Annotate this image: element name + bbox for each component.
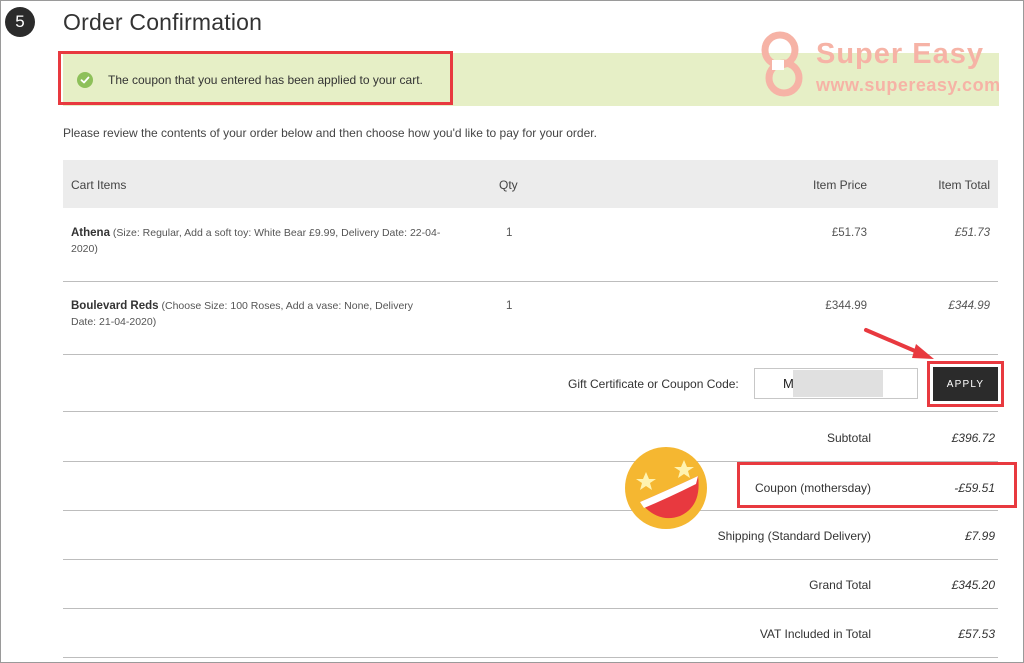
watermark-brand: Super Easy <box>816 38 984 70</box>
cart-item-price: £344.99 <box>825 300 867 312</box>
row-divider <box>63 281 998 282</box>
column-header-qty: Qty <box>499 178 518 192</box>
row-divider <box>63 608 998 609</box>
row-divider <box>63 510 998 511</box>
subtotal-value: £396.72 <box>951 431 995 445</box>
cart-item-description: Boulevard Reds (Choose Size: 100 Roses, … <box>71 298 441 330</box>
cart-item-total: £51.73 <box>954 227 990 239</box>
cart-item-total: £344.99 <box>948 300 990 312</box>
review-instructions: Please review the contents of your order… <box>63 126 597 140</box>
column-header-item-price: Item Price <box>812 178 867 192</box>
star-struck-emoji-icon <box>625 447 707 529</box>
coupon-discount-highlight-box <box>737 462 1017 508</box>
grand-total-value: £345.20 <box>951 578 995 592</box>
check-circle-icon <box>77 72 93 88</box>
step-number-badge: 5 <box>5 7 35 37</box>
page-title: Order Confirmation <box>63 9 263 35</box>
column-header-cart-items: Cart Items <box>71 178 127 192</box>
coupon-code-label: Gift Certificate or Coupon Code: <box>568 377 739 391</box>
apply-coupon-button[interactable]: APPLY <box>933 367 998 401</box>
cart-item-qty: 1 <box>506 300 513 312</box>
coupon-code-redaction <box>793 370 883 397</box>
cart-item-options: (Size: Regular, Add a soft toy: White Be… <box>71 227 441 255</box>
subtotal-label: Subtotal <box>826 431 871 445</box>
watermark-url: www.supereasy.com <box>816 75 1001 95</box>
cart-item-name[interactable]: Boulevard Reds <box>71 300 159 312</box>
row-divider <box>63 354 998 355</box>
row-divider <box>63 657 998 658</box>
vat-value: £57.53 <box>958 627 995 641</box>
cart-item-name[interactable]: Athena <box>71 227 110 239</box>
grand-total-label: Grand Total <box>809 578 871 592</box>
success-message-text: The coupon that you entered has been app… <box>108 73 423 87</box>
arrow-annotation-icon <box>864 328 934 359</box>
cart-item-description: Athena (Size: Regular, Add a soft toy: W… <box>71 225 441 257</box>
shipping-label: Shipping (Standard Delivery) <box>717 529 871 543</box>
shipping-value: £7.99 <box>964 529 995 543</box>
cart-item-qty: 1 <box>506 227 513 239</box>
column-header-item-total: Item Total <box>938 178 990 192</box>
row-divider <box>63 559 998 560</box>
cart-item-price: £51.73 <box>831 227 867 239</box>
vat-label: VAT Included in Total <box>759 627 871 641</box>
row-divider <box>63 411 998 412</box>
